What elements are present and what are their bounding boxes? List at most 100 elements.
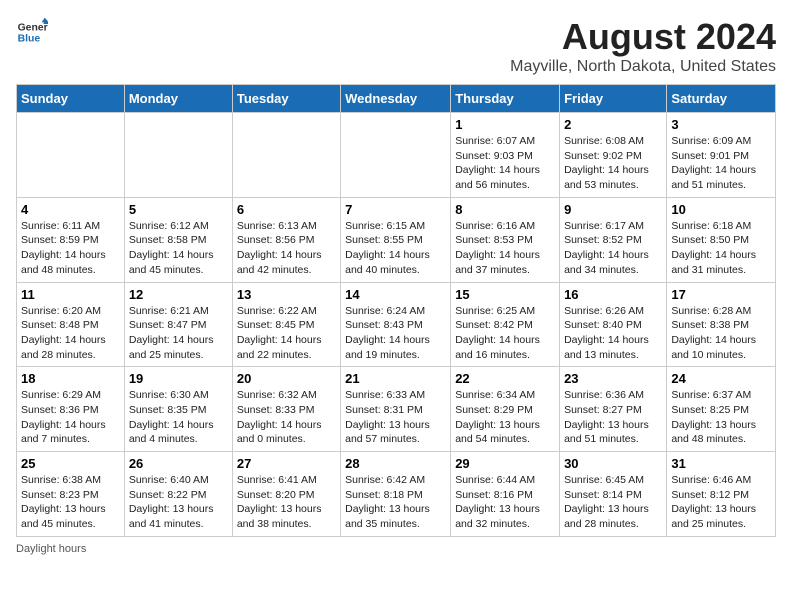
day-info: Sunrise: 6:12 AM Sunset: 8:58 PM Dayligh… xyxy=(129,219,228,278)
title-area: August 2024 Mayville, North Dakota, Unit… xyxy=(510,16,776,76)
day-number: 7 xyxy=(345,202,446,217)
calendar-cell: 9 Sunrise: 6:17 AM Sunset: 8:52 PM Daylig… xyxy=(560,197,667,282)
day-info: Sunrise: 6:21 AM Sunset: 8:47 PM Dayligh… xyxy=(129,304,228,363)
day-number: 30 xyxy=(564,456,662,471)
calendar-cell: 10 Sunrise: 6:18 AM Sunset: 8:50 PM Dayli… xyxy=(667,197,776,282)
day-number: 13 xyxy=(237,287,336,302)
day-number: 1 xyxy=(455,117,555,132)
day-info: Sunrise: 6:32 AM Sunset: 8:33 PM Dayligh… xyxy=(237,388,336,447)
footer-note: Daylight hours xyxy=(16,543,776,555)
day-number: 23 xyxy=(564,371,662,386)
calendar-cell: 29 Sunrise: 6:44 AM Sunset: 8:16 PM Dayli… xyxy=(451,452,560,537)
day-number: 20 xyxy=(237,371,336,386)
day-number: 10 xyxy=(671,202,771,217)
day-info: Sunrise: 6:29 AM Sunset: 8:36 PM Dayligh… xyxy=(21,388,120,447)
calendar-cell: 3 Sunrise: 6:09 AM Sunset: 9:01 PM Daylig… xyxy=(667,113,776,198)
day-info: Sunrise: 6:42 AM Sunset: 8:18 PM Dayligh… xyxy=(345,473,446,532)
calendar-cell: 4Sunrise: 6:11 AM Sunset: 8:59 PM Daylig… xyxy=(17,197,125,282)
calendar-cell: 28 Sunrise: 6:42 AM Sunset: 8:18 PM Dayli… xyxy=(341,452,451,537)
location-title: Mayville, North Dakota, United States xyxy=(510,58,776,76)
calendar-cell: 22Sunrise: 6:34 AM Sunset: 8:29 PM Dayli… xyxy=(451,367,560,452)
day-number: 15 xyxy=(455,287,555,302)
day-info: Sunrise: 6:08 AM Sunset: 9:02 PM Dayligh… xyxy=(564,134,662,193)
day-number: 18 xyxy=(21,371,120,386)
day-number: 3 xyxy=(671,117,771,132)
calendar-cell xyxy=(232,113,340,198)
day-info: Sunrise: 6:30 AM Sunset: 8:35 PM Dayligh… xyxy=(129,388,228,447)
calendar-cell: 6 Sunrise: 6:13 AM Sunset: 8:56 PM Daylig… xyxy=(232,197,340,282)
calendar-cell: 18 Sunrise: 6:29 AM Sunset: 8:36 PM Dayli… xyxy=(17,367,125,452)
calendar-cell: 15 Sunrise: 6:25 AM Sunset: 8:42 PM Dayli… xyxy=(451,282,560,367)
calendar-week-row: 1 Sunrise: 6:07 AM Sunset: 9:03 PM Daylig… xyxy=(17,113,776,198)
day-info: Sunrise: 6:41 AM Sunset: 8:20 PM Dayligh… xyxy=(237,473,336,532)
day-number: 24 xyxy=(671,371,771,386)
weekday-header: Monday xyxy=(124,85,232,113)
calendar-cell: 19 Sunrise: 6:30 AM Sunset: 8:35 PM Dayli… xyxy=(124,367,232,452)
calendar-week-row: 4Sunrise: 6:11 AM Sunset: 8:59 PM Daylig… xyxy=(17,197,776,282)
day-number: 26 xyxy=(129,456,228,471)
day-info: Sunrise: 6:07 AM Sunset: 9:03 PM Dayligh… xyxy=(455,134,555,193)
calendar-cell: 16 Sunrise: 6:26 AM Sunset: 8:40 PM Dayli… xyxy=(560,282,667,367)
day-info: Sunrise: 6:44 AM Sunset: 8:16 PM Dayligh… xyxy=(455,473,555,532)
day-number: 8 xyxy=(455,202,555,217)
calendar-cell: 5 Sunrise: 6:12 AM Sunset: 8:58 PM Daylig… xyxy=(124,197,232,282)
day-info: Sunrise: 6:22 AM Sunset: 8:45 PM Dayligh… xyxy=(237,304,336,363)
day-info: Sunrise: 6:18 AM Sunset: 8:50 PM Dayligh… xyxy=(671,219,771,278)
day-number: 19 xyxy=(129,371,228,386)
calendar-cell: 24 Sunrise: 6:37 AM Sunset: 8:25 PM Dayli… xyxy=(667,367,776,452)
day-number: 11 xyxy=(21,287,120,302)
day-number: 29 xyxy=(455,456,555,471)
day-info: Sunrise: 6:45 AM Sunset: 8:14 PM Dayligh… xyxy=(564,473,662,532)
day-info: Sunrise: 6:38 AM Sunset: 8:23 PM Dayligh… xyxy=(21,473,120,532)
calendar-cell: 20 Sunrise: 6:32 AM Sunset: 8:33 PM Dayli… xyxy=(232,367,340,452)
weekday-header: Saturday xyxy=(667,85,776,113)
calendar-cell xyxy=(341,113,451,198)
calendar-cell: 21Sunrise: 6:33 AM Sunset: 8:31 PM Dayli… xyxy=(341,367,451,452)
calendar-cell: 25Sunrise: 6:38 AM Sunset: 8:23 PM Dayli… xyxy=(17,452,125,537)
logo: General Blue xyxy=(16,16,48,48)
calendar-week-row: 11 Sunrise: 6:20 AM Sunset: 8:48 PM Dayli… xyxy=(17,282,776,367)
day-info: Sunrise: 6:25 AM Sunset: 8:42 PM Dayligh… xyxy=(455,304,555,363)
day-number: 17 xyxy=(671,287,771,302)
weekday-header: Tuesday xyxy=(232,85,340,113)
calendar-cell: 14 Sunrise: 6:24 AM Sunset: 8:43 PM Dayli… xyxy=(341,282,451,367)
day-number: 9 xyxy=(564,202,662,217)
day-info: Sunrise: 6:09 AM Sunset: 9:01 PM Dayligh… xyxy=(671,134,771,193)
svg-text:General: General xyxy=(18,22,48,33)
day-info: Sunrise: 6:33 AM Sunset: 8:31 PM Dayligh… xyxy=(345,388,446,447)
calendar-cell: 26Sunrise: 6:40 AM Sunset: 8:22 PM Dayli… xyxy=(124,452,232,537)
day-number: 6 xyxy=(237,202,336,217)
calendar-cell: 8 Sunrise: 6:16 AM Sunset: 8:53 PM Daylig… xyxy=(451,197,560,282)
day-info: Sunrise: 6:16 AM Sunset: 8:53 PM Dayligh… xyxy=(455,219,555,278)
day-number: 28 xyxy=(345,456,446,471)
day-number: 5 xyxy=(129,202,228,217)
calendar-cell: 27 Sunrise: 6:41 AM Sunset: 8:20 PM Dayli… xyxy=(232,452,340,537)
day-info: Sunrise: 6:11 AM Sunset: 8:59 PM Dayligh… xyxy=(21,219,120,278)
day-info: Sunrise: 6:26 AM Sunset: 8:40 PM Dayligh… xyxy=(564,304,662,363)
day-number: 22 xyxy=(455,371,555,386)
calendar-cell: 17Sunrise: 6:28 AM Sunset: 8:38 PM Dayli… xyxy=(667,282,776,367)
month-title: August 2024 xyxy=(510,16,776,58)
day-number: 14 xyxy=(345,287,446,302)
day-info: Sunrise: 6:15 AM Sunset: 8:55 PM Dayligh… xyxy=(345,219,446,278)
calendar-week-row: 18 Sunrise: 6:29 AM Sunset: 8:36 PM Dayli… xyxy=(17,367,776,452)
svg-text:Blue: Blue xyxy=(18,34,41,45)
calendar-cell: 31Sunrise: 6:46 AM Sunset: 8:12 PM Dayli… xyxy=(667,452,776,537)
day-info: Sunrise: 6:24 AM Sunset: 8:43 PM Dayligh… xyxy=(345,304,446,363)
calendar-week-row: 25Sunrise: 6:38 AM Sunset: 8:23 PM Dayli… xyxy=(17,452,776,537)
calendar-cell: 12 Sunrise: 6:21 AM Sunset: 8:47 PM Dayli… xyxy=(124,282,232,367)
day-info: Sunrise: 6:17 AM Sunset: 8:52 PM Dayligh… xyxy=(564,219,662,278)
day-number: 12 xyxy=(129,287,228,302)
day-number: 16 xyxy=(564,287,662,302)
day-info: Sunrise: 6:46 AM Sunset: 8:12 PM Dayligh… xyxy=(671,473,771,532)
day-number: 27 xyxy=(237,456,336,471)
weekday-header: Thursday xyxy=(451,85,560,113)
day-info: Sunrise: 6:13 AM Sunset: 8:56 PM Dayligh… xyxy=(237,219,336,278)
calendar-cell: 11 Sunrise: 6:20 AM Sunset: 8:48 PM Dayli… xyxy=(17,282,125,367)
calendar-cell: 1 Sunrise: 6:07 AM Sunset: 9:03 PM Daylig… xyxy=(451,113,560,198)
weekday-header: Friday xyxy=(560,85,667,113)
day-info: Sunrise: 6:37 AM Sunset: 8:25 PM Dayligh… xyxy=(671,388,771,447)
day-number: 2 xyxy=(564,117,662,132)
day-info: Sunrise: 6:20 AM Sunset: 8:48 PM Dayligh… xyxy=(21,304,120,363)
calendar-cell: 2 Sunrise: 6:08 AM Sunset: 9:02 PM Daylig… xyxy=(560,113,667,198)
